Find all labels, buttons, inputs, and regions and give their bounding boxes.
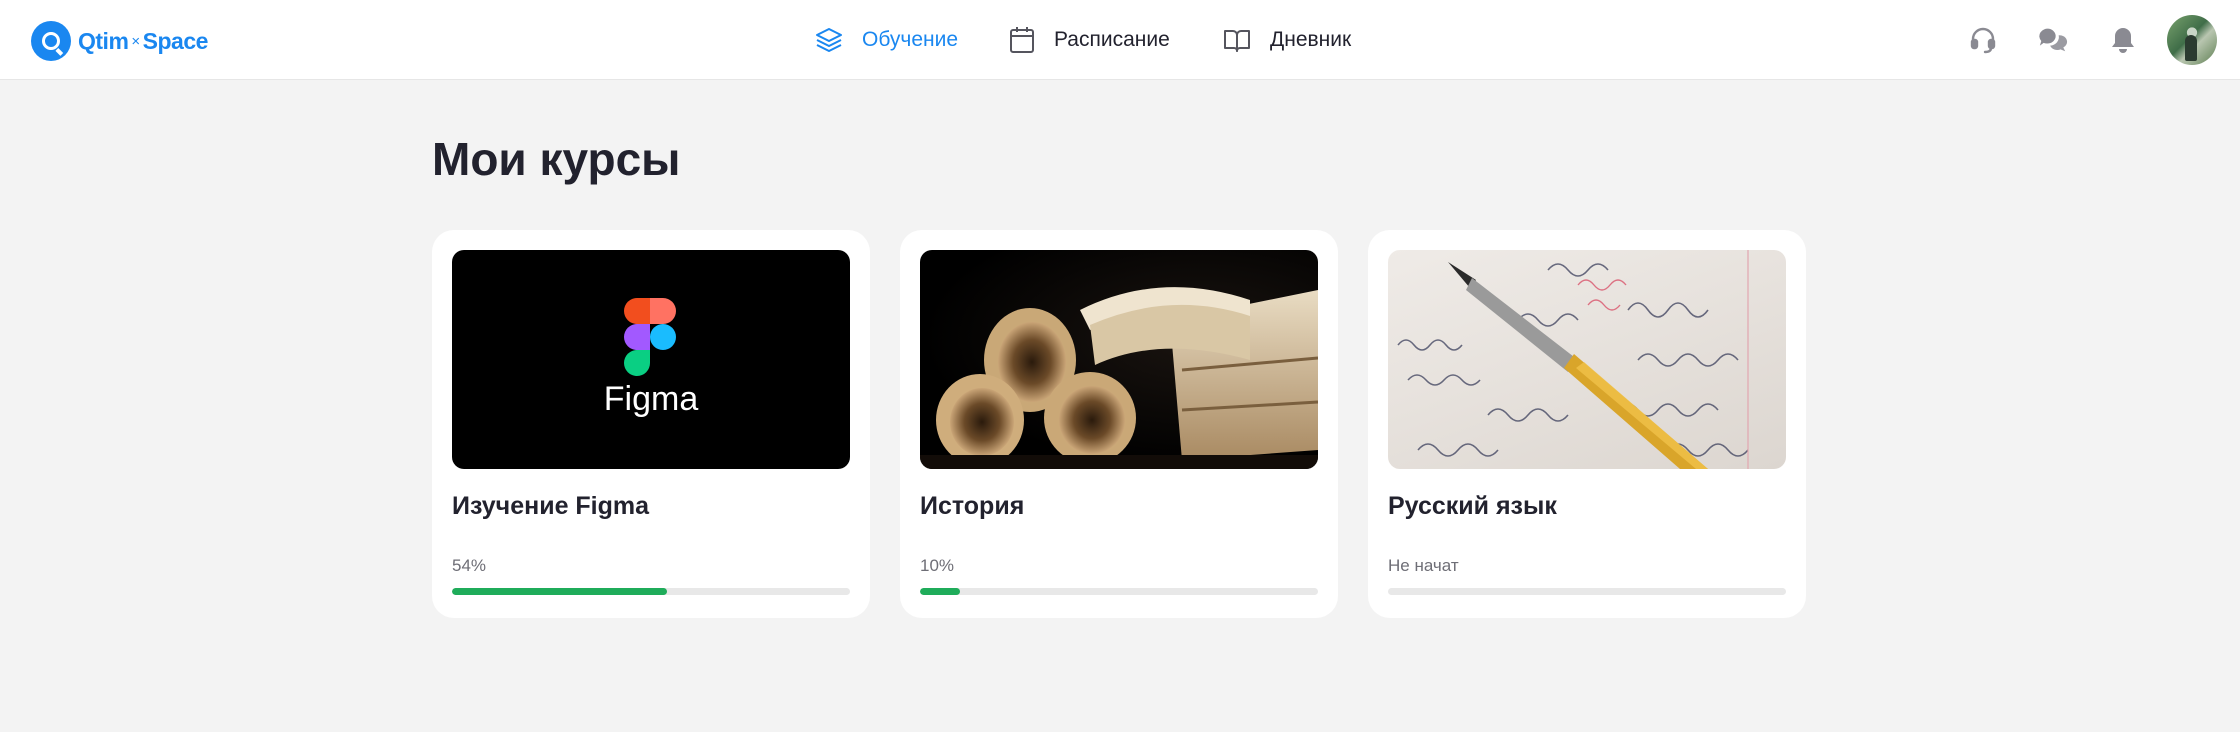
avatar[interactable] [2167, 15, 2217, 65]
progress-label: Не начат [1388, 556, 1459, 575]
nav-item-learning[interactable]: Обучение [814, 22, 958, 58]
nav-item-label: Дневник [1270, 28, 1352, 51]
nav-item-schedule[interactable]: Расписание [1008, 22, 1170, 58]
course-thumbnail: Figma [452, 250, 850, 469]
notifications-button[interactable] [2108, 25, 2138, 55]
chat-bubbles-icon [2039, 28, 2068, 52]
nav-item-label: Расписание [1054, 28, 1170, 51]
figma-logo-icon [624, 298, 676, 376]
bell-icon [2112, 28, 2134, 53]
progress-label: 54% [452, 556, 487, 575]
nav-item-label: Обучение [862, 28, 959, 51]
book-open-icon [1224, 30, 1250, 52]
brand-separator: × [131, 32, 140, 50]
progress-bar [452, 588, 850, 595]
progress-label: 10% [920, 556, 955, 575]
brand-name: Qtim × Space [78, 28, 208, 55]
calendar-icon [1010, 27, 1034, 53]
logo-q-icon [31, 21, 71, 61]
course-card-figma[interactable]: Figma Изучение Figma 54% [432, 230, 870, 618]
course-card-history[interactable]: История 10% [900, 230, 1338, 618]
course-title: История [920, 492, 1025, 520]
course-thumbnail [1388, 250, 1786, 469]
progress-bar [1388, 588, 1786, 595]
progress-fill [452, 588, 667, 595]
brand-logo[interactable]: Qtim × Space [31, 21, 208, 61]
thumbnail-caption: Figma [603, 380, 699, 418]
nav-item-diary[interactable]: Дневник [1222, 22, 1351, 58]
fountain-pen-handwriting-image [1397, 250, 1749, 469]
progress-bar [920, 588, 1318, 595]
layers-icon [816, 28, 842, 52]
brand-name-right: Space [142, 27, 209, 54]
course-card-russian[interactable]: Русский язык Не начат [1368, 230, 1806, 618]
course-title: Изучение Figma [452, 492, 650, 520]
old-books-scrolls-image [920, 287, 1318, 469]
top-bar: Qtim × Space Обучение Расписание Дневник [0, 0, 2240, 80]
progress-fill [920, 588, 960, 595]
headset-icon [1970, 27, 1996, 54]
page-title: Мои курсы [432, 133, 681, 185]
course-title: Русский язык [1388, 492, 1557, 520]
support-button[interactable] [1968, 25, 1998, 55]
course-thumbnail [920, 250, 1318, 469]
chat-button[interactable] [2038, 25, 2068, 55]
brand-name-left: Qtim [78, 27, 129, 54]
